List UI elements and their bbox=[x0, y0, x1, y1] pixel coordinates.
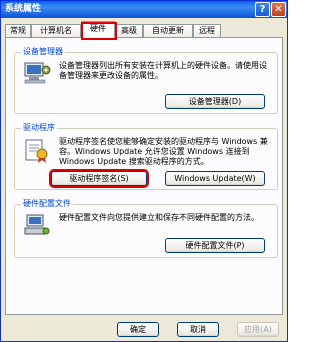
window-title: 系统属性 bbox=[5, 4, 42, 14]
windows-update-button[interactable]: Windows Update(W) bbox=[165, 171, 265, 186]
ok-button[interactable]: 确定 bbox=[117, 322, 159, 337]
tab-remote[interactable]: 远程 bbox=[193, 24, 221, 38]
device-manager-icon bbox=[24, 62, 51, 84]
device-manager-group: 设备管理器 设备管理器列出所有安装在计算机上的硬件设备。请使用设备管理器来更改设… bbox=[14, 47, 278, 114]
drivers-description: 驱动程序签名使您能够确定安装的驱动程序与 Windows 兼容。Windows … bbox=[59, 137, 268, 166]
group-title: 设备管理器 bbox=[21, 47, 65, 57]
tab-advanced[interactable]: 高级 bbox=[115, 24, 143, 38]
driver-signing-icon bbox=[25, 139, 48, 163]
hardware-profiles-group: 硬件配置文件 硬件配置文件向您提供建立和保存不同硬件配置的方法。 硬件配置文件(… bbox=[14, 199, 278, 258]
cancel-button[interactable]: 取消 bbox=[177, 322, 219, 337]
device-manager-description: 设备管理器列出所有安装在计算机上的硬件设备。请使用设备管理器来更改设备的属性。 bbox=[59, 61, 267, 80]
tab-hardware[interactable]: 硬件 bbox=[81, 21, 115, 39]
apply-button[interactable]: 应用(A) bbox=[237, 322, 279, 337]
driver-signing-button[interactable]: 驱动程序签名(S) bbox=[51, 171, 147, 186]
close-button[interactable]: ✕ bbox=[271, 2, 286, 17]
group-title: 驱动程序 bbox=[21, 123, 57, 133]
hardware-profiles-button[interactable]: 硬件配置文件(P) bbox=[165, 238, 265, 253]
title-bar[interactable]: 系统属性 ? ✕ bbox=[1, 1, 287, 18]
help-button[interactable]: ? bbox=[255, 2, 270, 17]
hardware-panel: 设备管理器 设备管理器列出所有安装在计算机上的硬件设备。请使用设备管理器来更改设… bbox=[5, 37, 283, 315]
group-title: 硬件配置文件 bbox=[21, 199, 73, 209]
hardware-profile-icon bbox=[24, 214, 50, 235]
tab-computer-name[interactable]: 计算机名 bbox=[31, 24, 81, 38]
device-manager-button[interactable]: 设备管理器(D) bbox=[165, 94, 265, 109]
tab-general[interactable]: 常规 bbox=[5, 24, 31, 38]
hardware-profiles-description: 硬件配置文件向您提供建立和保存不同硬件配置的方法。 bbox=[59, 213, 259, 222]
drivers-group: 驱动程序 驱动程序签名使您能够确定安装的驱动程序与 Windows 兼容。Win… bbox=[14, 123, 278, 190]
tab-auto-update[interactable]: 自动更新 bbox=[143, 24, 193, 38]
system-properties-dialog: 系统属性 ? ✕ 常规 计算机名 硬件 高级 自动更新 远程 设备管理器 设备管… bbox=[0, 0, 288, 342]
